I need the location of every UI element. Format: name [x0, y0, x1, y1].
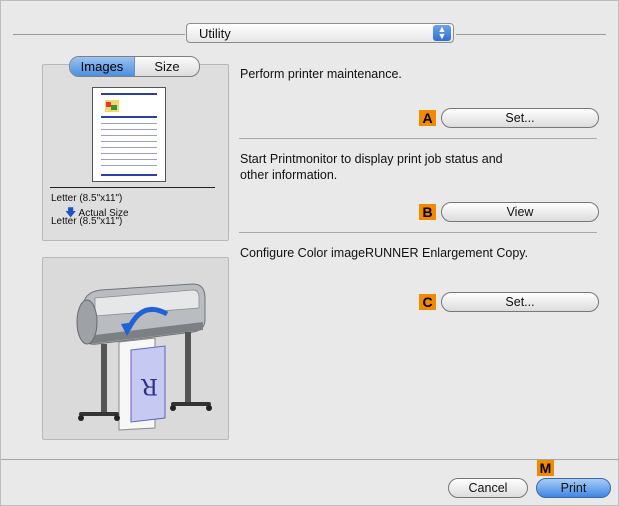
printmonitor-view-button[interactable]: View: [441, 202, 599, 222]
printer-image-panel: R: [42, 257, 229, 440]
svg-text:R: R: [140, 373, 158, 398]
preview-tab-control[interactable]: Images Size: [69, 56, 200, 77]
callout-badge-b: B: [419, 204, 436, 220]
preview-divider: [50, 187, 215, 188]
utility-popup-label: Utility: [199, 26, 231, 41]
paper-size-output: Letter (8.5"x11"): [51, 216, 123, 227]
callout-badge-c: C: [419, 294, 436, 310]
thumb-line: [101, 147, 157, 148]
tab-size[interactable]: Size: [135, 57, 199, 76]
up-down-arrows-icon: ▲ ▼: [433, 25, 451, 41]
large-format-printer-icon: R: [76, 283, 212, 431]
thumb-footer-band: [101, 174, 157, 176]
thumb-line: [101, 123, 157, 124]
thumb-line: [101, 159, 157, 160]
thumb-band: [101, 116, 157, 118]
maintenance-set-button[interactable]: Set...: [441, 108, 599, 128]
paper-size-original: Letter (8.5"x11"): [51, 193, 123, 204]
enlargement-copy-set-button[interactable]: Set...: [441, 292, 599, 312]
thumb-line: [101, 135, 157, 136]
tab-images[interactable]: Images: [70, 57, 135, 76]
printmonitor-description-line1: Start Printmonitor to display print job …: [240, 152, 503, 166]
utility-popup[interactable]: Utility ▲ ▼: [186, 23, 454, 43]
callout-badge-m: M: [537, 460, 554, 476]
popup-right-rule: [456, 34, 606, 35]
thumb-line: [101, 141, 157, 142]
printmonitor-description-line2: other information.: [240, 168, 338, 182]
popup-left-rule: [13, 34, 185, 35]
print-dialog: Utility ▲ ▼ Images Size Letter (8.5"x11")…: [0, 0, 619, 506]
enlargement-copy-description: Configure Color imageRUNNER Enlargement …: [240, 246, 529, 260]
thumb-line: [101, 153, 157, 154]
section-separator: [239, 232, 597, 233]
thumb-line: [101, 129, 157, 130]
page-thumbnail: [92, 87, 166, 182]
thumb-image-icon: [105, 100, 119, 112]
cancel-button[interactable]: Cancel: [448, 478, 528, 498]
print-button[interactable]: Print: [536, 478, 611, 498]
thumb-line: [101, 165, 157, 166]
thumb-header-band: [101, 93, 157, 95]
section-separator: [239, 138, 597, 139]
maintenance-description: Perform printer maintenance.: [240, 67, 402, 81]
callout-badge-a: A: [419, 110, 436, 126]
footer-divider: [1, 459, 619, 460]
